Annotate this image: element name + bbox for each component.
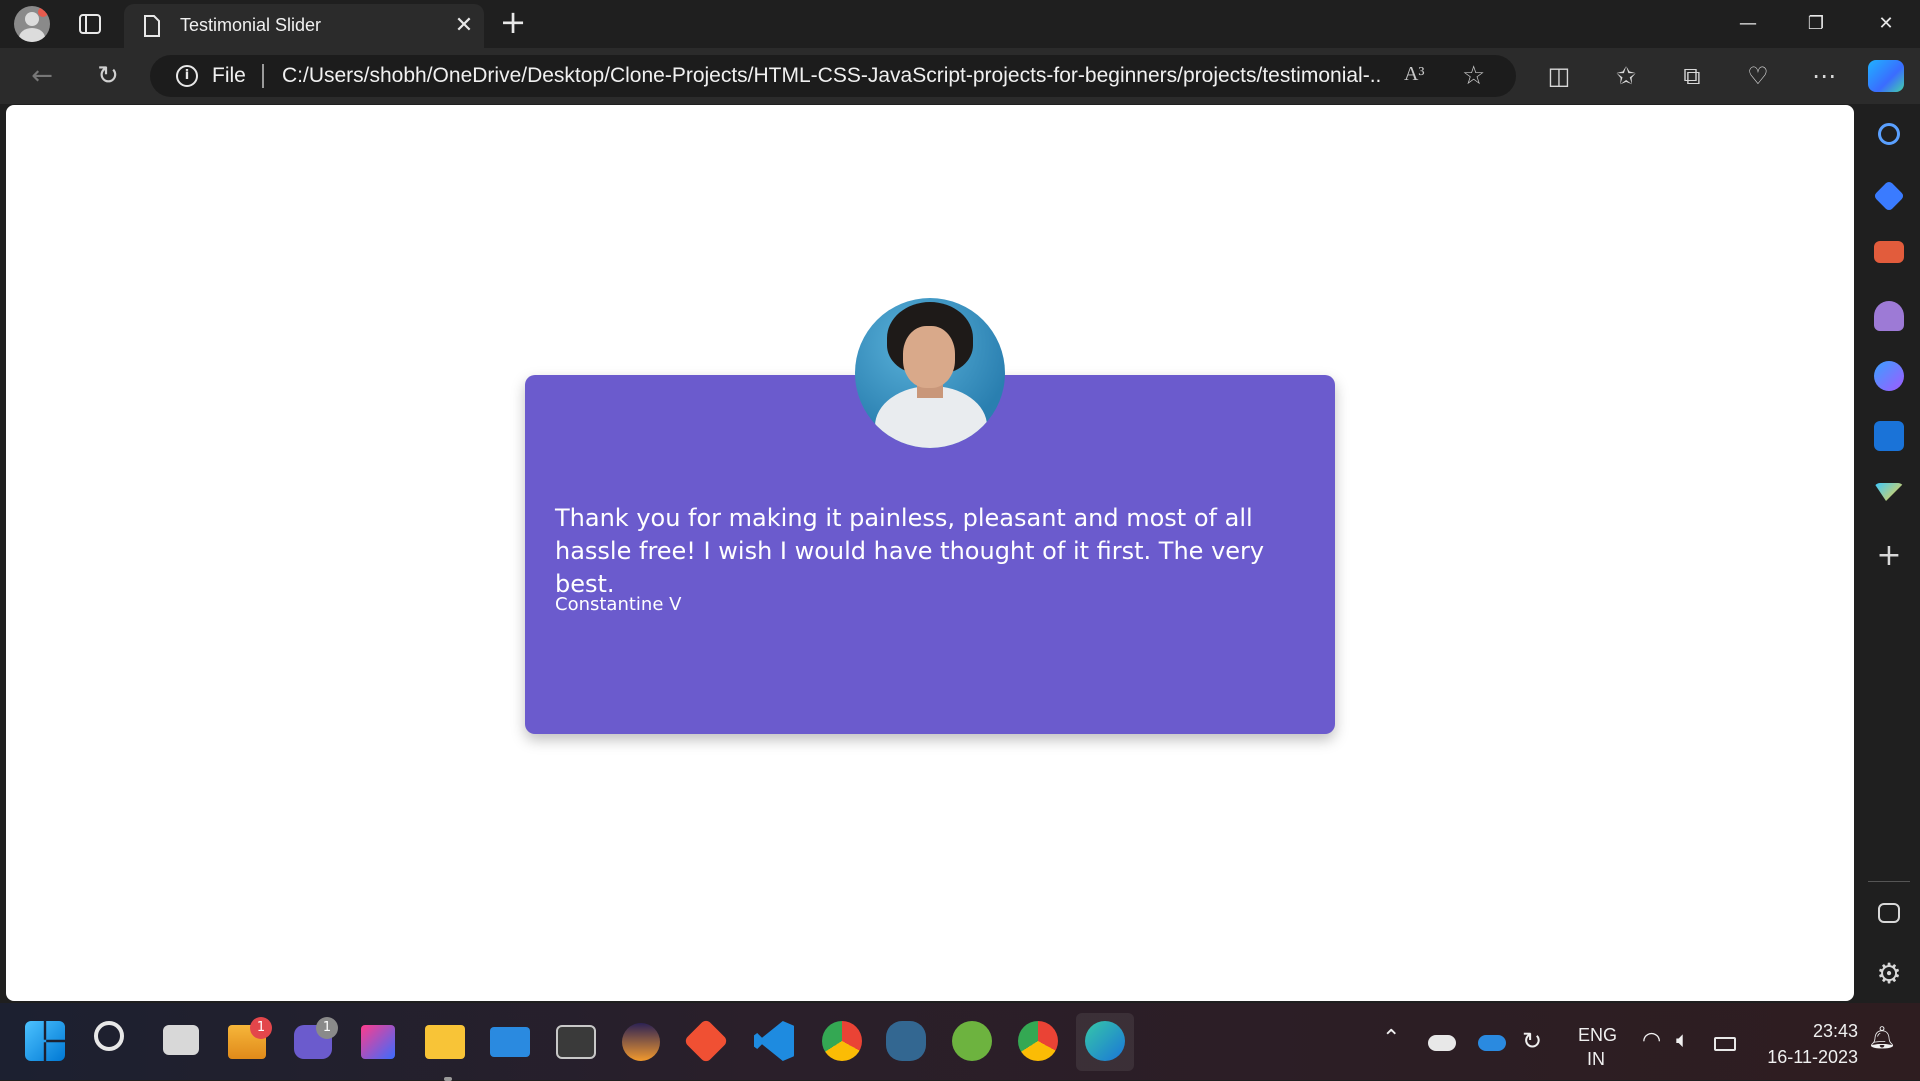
browser-toolbar: ← ↻ i File C:/Users/shobh/OneDrive/Deskt… <box>0 48 1920 104</box>
git-icon[interactable] <box>683 1018 729 1064</box>
title-bar: Testimonial Slider ✕ + — ❐ ✕ <box>0 0 1920 48</box>
window-close-icon[interactable]: ✕ <box>1862 8 1910 40</box>
postgresql-icon[interactable] <box>886 1021 926 1061</box>
chess-icon[interactable] <box>1874 301 1904 331</box>
back-icon[interactable]: ← <box>24 58 60 94</box>
testimonial-author: Constantine V <box>555 594 682 615</box>
copilot-sidebar-icon[interactable] <box>1874 361 1904 391</box>
testimonial-avatar <box>855 298 1005 448</box>
volume-icon[interactable]: 🔈︎ <box>1676 1027 1689 1053</box>
clock-time[interactable]: 23:43 <box>1758 1021 1858 1042</box>
chrome-dev-icon[interactable] <box>1018 1021 1058 1061</box>
onedrive-personal-icon[interactable] <box>1428 1035 1456 1051</box>
onedrive-business-icon[interactable] <box>1478 1035 1506 1051</box>
add-icon[interactable]: + <box>1874 541 1904 571</box>
taskbar: 1 1 ⌃ ↻ ENG IN ◠ 🔈︎ 23:43 16-11-2023 🔔︎ <box>0 1003 1920 1081</box>
tab-close-icon[interactable]: ✕ <box>450 12 478 40</box>
language-top[interactable]: ENG <box>1578 1025 1617 1046</box>
outlook-icon[interactable] <box>1874 421 1904 451</box>
sidebar-divider <box>1868 881 1910 882</box>
edge-sidebar: + ⚙ <box>1856 105 1920 1003</box>
teams-chat-badge: 1 <box>316 1017 338 1039</box>
browser-essentials-icon[interactable]: ♡ <box>1742 60 1774 92</box>
widgets-badge: 1 <box>250 1017 272 1039</box>
running-indicator <box>444 1077 452 1081</box>
page-icon <box>144 15 160 37</box>
refresh-icon[interactable]: ↻ <box>90 58 126 94</box>
sync-icon[interactable]: ↻ <box>1522 1027 1542 1056</box>
favorite-star-icon[interactable]: ☆ <box>1462 61 1485 91</box>
more-options-icon[interactable]: ⋯ <box>1808 60 1840 92</box>
language-bottom[interactable]: IN <box>1578 1049 1614 1070</box>
toolbox-icon[interactable] <box>1874 241 1904 263</box>
tray-overflow-icon[interactable]: ⌃ <box>1382 1025 1400 1051</box>
address-url[interactable]: C:/Users/shobh/OneDrive/Desktop/Clone-Pr… <box>282 64 1382 88</box>
task-view-icon[interactable] <box>163 1025 199 1055</box>
address-scheme: File <box>212 64 246 87</box>
mail-icon[interactable] <box>490 1027 530 1057</box>
minimize-icon[interactable]: — <box>1724 8 1772 40</box>
battery-icon[interactable] <box>1714 1037 1736 1051</box>
eclipse-icon[interactable] <box>622 1023 660 1061</box>
testimonial-quote: Thank you for making it painless, pleasa… <box>555 504 1265 598</box>
file-explorer-icon[interactable] <box>425 1025 465 1081</box>
favorites-icon[interactable]: ✩ <box>1610 60 1642 92</box>
collections-icon[interactable]: ⧉ <box>1676 60 1708 92</box>
copilot-icon[interactable] <box>1868 60 1904 92</box>
spring-icon[interactable] <box>952 1021 992 1061</box>
chrome-icon[interactable] <box>822 1021 862 1061</box>
info-icon[interactable]: i <box>176 65 198 87</box>
wifi-icon[interactable]: ◠ <box>1642 1027 1661 1053</box>
avatar-face <box>903 326 955 388</box>
split-screen-icon[interactable]: ◫ <box>1543 60 1575 92</box>
restore-icon[interactable]: ❐ <box>1792 8 1840 40</box>
search-icon[interactable] <box>1878 123 1900 145</box>
widgets-icon[interactable]: 1 <box>228 1017 272 1059</box>
notification-bell-icon[interactable]: 🔔︎ <box>1868 1025 1896 1051</box>
read-aloud-icon[interactable]: A³ <box>1404 63 1424 86</box>
profile-avatar-icon[interactable] <box>14 6 50 42</box>
address-bar[interactable]: i File C:/Users/shobh/OneDrive/Desktop/C… <box>150 55 1516 97</box>
vscode-icon[interactable] <box>754 1021 794 1061</box>
tab-actions-icon[interactable] <box>78 12 102 36</box>
intellij-icon[interactable] <box>361 1025 395 1059</box>
address-divider <box>262 64 264 88</box>
terminal-icon[interactable] <box>556 1025 596 1059</box>
tag-icon[interactable] <box>1873 180 1905 212</box>
edge-icon <box>1085 1021 1125 1061</box>
teams-chat-icon[interactable]: 1 <box>294 1017 338 1059</box>
browser-tab[interactable]: Testimonial Slider ✕ <box>124 4 484 48</box>
new-tab-button[interactable]: + <box>496 6 530 40</box>
settings-icon[interactable]: ⚙ <box>1874 959 1904 989</box>
windows-start-icon[interactable] <box>25 1021 65 1061</box>
send-icon[interactable] <box>1874 483 1904 501</box>
taskbar-search-icon[interactable] <box>94 1021 124 1051</box>
clock-date[interactable]: 16-11-2023 <box>1758 1047 1858 1068</box>
sidebar-toggle-icon[interactable] <box>1878 903 1900 923</box>
tab-title: Testimonial Slider <box>180 15 322 35</box>
notification-dot <box>38 7 48 17</box>
